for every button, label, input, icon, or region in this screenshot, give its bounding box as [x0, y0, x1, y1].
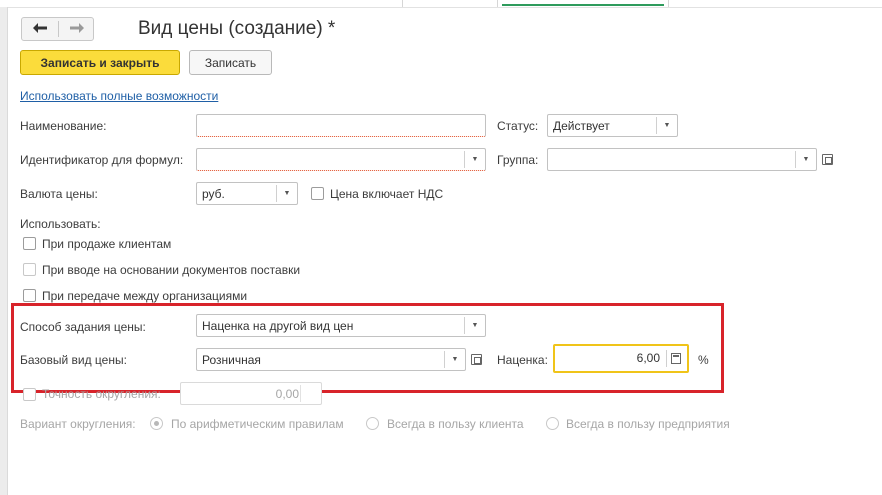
- rounding-arithmetic-label: По арифметическим правилам: [171, 417, 344, 431]
- chevron-down-icon[interactable]: ▼: [657, 115, 677, 136]
- rounding-arithmetic-radio[interactable]: [150, 417, 163, 430]
- use-transfer-label: При передаче между организациями: [42, 289, 248, 303]
- vat-checkbox[interactable]: [311, 187, 324, 200]
- save-and-close-button[interactable]: Записать и закрыть: [20, 50, 180, 75]
- rounding-client-label: Всегда в пользу клиента: [387, 417, 524, 431]
- name-field[interactable]: [196, 114, 486, 137]
- full-features-link[interactable]: Использовать полные возможности: [20, 89, 218, 103]
- highlight-frame: [11, 303, 724, 393]
- chevron-down-icon[interactable]: ▼: [796, 149, 816, 170]
- use-sales-label: При продаже клиентам: [42, 237, 172, 251]
- use-transfer-checkbox[interactable]: [23, 289, 36, 302]
- currency-label: Валюта цены:: [20, 187, 98, 201]
- formula-id-field[interactable]: ▼: [196, 148, 486, 171]
- vat-label: Цена включает НДС: [330, 187, 444, 201]
- status-select[interactable]: Действует ▼: [547, 114, 678, 137]
- rounding-client-radio[interactable]: [366, 417, 379, 430]
- field-divider: [300, 385, 301, 402]
- group-label: Группа:: [497, 153, 539, 167]
- group-select[interactable]: ▼: [547, 148, 817, 171]
- chevron-down-icon[interactable]: ▼: [277, 183, 297, 204]
- tab-divider: [668, 0, 669, 7]
- arrow-right-icon: [70, 20, 84, 38]
- rounding-precision-value: 0,00: [275, 387, 299, 401]
- name-label: Наименование:: [20, 119, 107, 133]
- rounding-company-radio[interactable]: [546, 417, 559, 430]
- group-open-icon[interactable]: [822, 154, 833, 165]
- use-supply-checkbox[interactable]: [23, 263, 36, 276]
- use-supply-label: При вводе на основании документов постав…: [42, 263, 301, 277]
- navigation-buttons: [21, 17, 94, 41]
- chevron-down-icon[interactable]: ▼: [465, 149, 485, 170]
- forward-button[interactable]: [59, 18, 95, 40]
- tab-divider: [402, 0, 403, 7]
- use-sales-checkbox[interactable]: [23, 237, 36, 250]
- status-label: Статус:: [497, 119, 539, 133]
- top-tab-strip: [0, 0, 882, 8]
- save-button[interactable]: Записать: [189, 50, 272, 75]
- tab-divider: [497, 0, 498, 7]
- rounding-precision-label: Точность округления:: [42, 387, 161, 401]
- rounding-precision-checkbox[interactable]: [23, 388, 36, 401]
- status-value: Действует: [553, 119, 610, 133]
- active-tab-indicator: [502, 4, 664, 6]
- left-panel-edge: [0, 7, 8, 495]
- formula-id-label: Идентификатор для формул:: [20, 153, 184, 167]
- rounding-precision-field[interactable]: 0,00: [180, 382, 322, 405]
- rounding-variant-label: Вариант округления:: [20, 417, 136, 431]
- currency-select[interactable]: руб. ▼: [196, 182, 298, 205]
- rounding-company-label: Всегда в пользу предприятия: [566, 417, 730, 431]
- back-button[interactable]: [22, 18, 58, 40]
- currency-value: руб.: [202, 187, 225, 201]
- use-label: Использовать:: [20, 217, 101, 231]
- page-title: Вид цены (создание) *: [138, 18, 336, 39]
- arrow-left-icon: [33, 20, 47, 38]
